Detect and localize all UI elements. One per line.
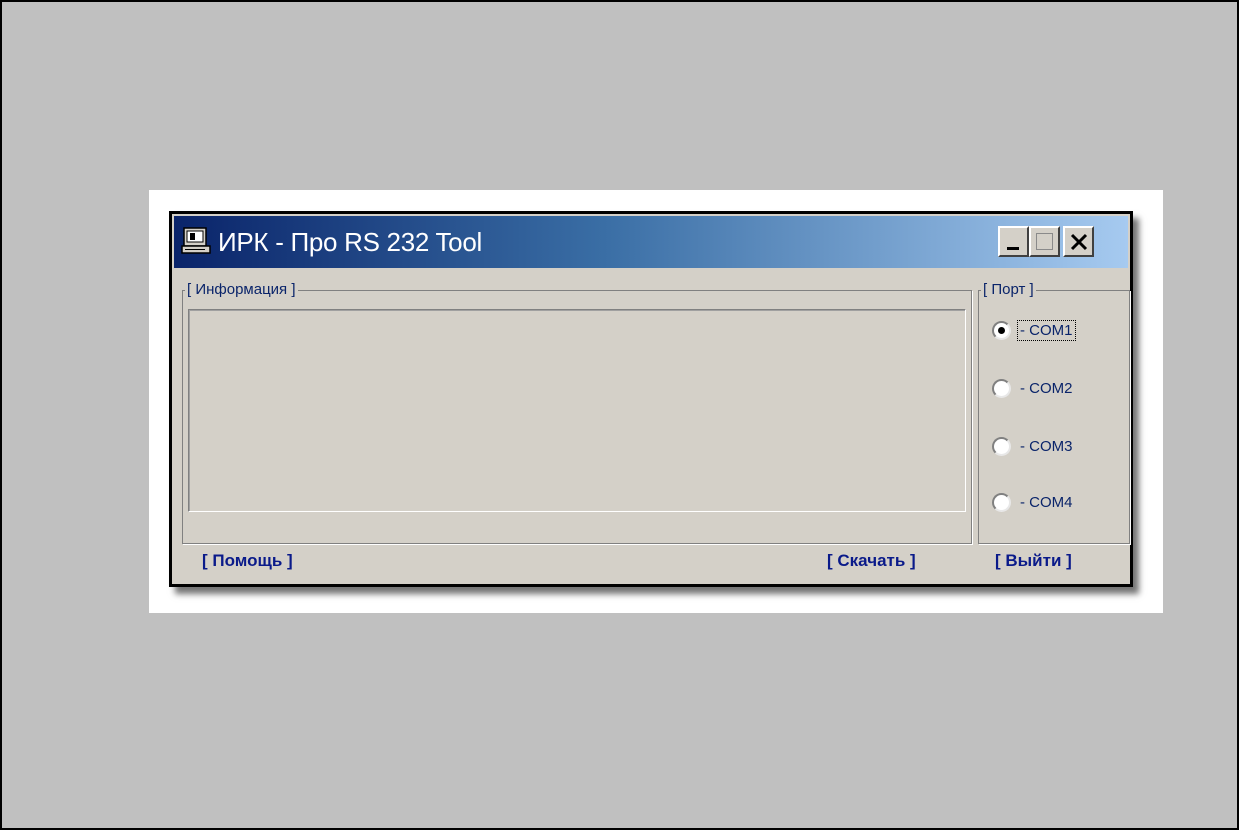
download-button[interactable]: [ Скачать ] <box>827 551 916 571</box>
terminal-icon <box>181 227 211 254</box>
radio-button-com3[interactable] <box>992 436 1011 456</box>
radio-button-com4[interactable] <box>992 492 1011 512</box>
slide-background: ИРК - Про RS 232 Tool [ Информация ] [П… <box>0 0 1239 830</box>
info-groupbox: [ Информация ] <box>182 281 972 544</box>
maximize-icon <box>1036 233 1053 250</box>
radio-com4[interactable]: - COM4 <box>992 490 1075 514</box>
close-icon <box>1070 233 1088 251</box>
info-text-area[interactable] <box>188 309 966 512</box>
radio-button-com2[interactable] <box>992 378 1011 398</box>
app-window: ИРК - Про RS 232 Tool [ Информация ] [П… <box>169 211 1133 587</box>
radio-label-com3[interactable]: - COM3 <box>1018 437 1075 456</box>
exit-button[interactable]: [ Выйти ] <box>995 551 1072 571</box>
minimize-button[interactable] <box>998 226 1029 257</box>
minimize-icon <box>1007 247 1019 250</box>
radio-label-com2[interactable]: - COM2 <box>1018 379 1075 398</box>
help-button[interactable]: [ Помощь ] <box>202 551 293 571</box>
radio-selected-dot <box>998 326 1005 334</box>
port-legend: [ Порт ] <box>981 281 1036 298</box>
window-title: ИРК - Про RS 232 Tool <box>218 227 482 257</box>
radio-com1[interactable]: - COM1 <box>992 318 1076 342</box>
radio-label-com1[interactable]: - COM1 <box>1017 319 1076 341</box>
close-button[interactable] <box>1063 226 1094 257</box>
radio-button-com1[interactable] <box>992 320 1011 340</box>
radio-com2[interactable]: - COM2 <box>992 376 1075 400</box>
maximize-button[interactable] <box>1029 226 1060 257</box>
info-legend: [ Информация ] <box>185 281 298 298</box>
title-bar[interactable]: ИРК - Про RS 232 Tool <box>174 216 1128 268</box>
radio-com3[interactable]: - COM3 <box>992 434 1075 458</box>
radio-label-com4[interactable]: - COM4 <box>1018 493 1075 512</box>
port-groupbox: [ Порт ] - COM1 - COM2 - COM3 - COM4 <box>978 281 1130 544</box>
screenshot-panel: ИРК - Про RS 232 Tool [ Информация ] [П… <box>149 190 1163 613</box>
